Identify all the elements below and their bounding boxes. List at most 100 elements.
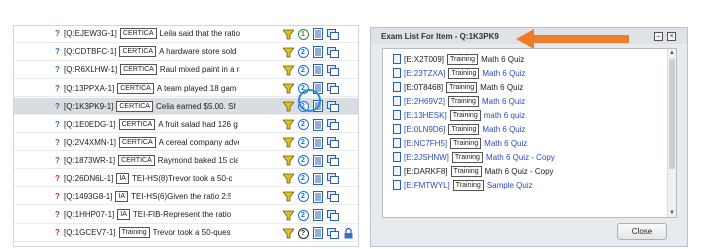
funnel-icon[interactable]: [282, 155, 294, 167]
exam-row[interactable]: [E:0LN9D6] Training Math 6 Quiz: [393, 122, 526, 136]
source-tag: CERTICA: [118, 154, 155, 166]
close-button[interactable]: Close: [617, 223, 667, 240]
exam-name[interactable]: Math 6 Quiz - Copy: [486, 153, 555, 162]
funnel-icon[interactable]: [282, 82, 294, 94]
exam-list-icon[interactable]: [312, 46, 324, 59]
scroll-thumb[interactable]: [669, 59, 675, 169]
question-id: [Q:1E0EDG-1]: [64, 119, 116, 129]
exam-name[interactable]: Math 6 Quiz: [484, 139, 527, 148]
version-badge-icon[interactable]: 2: [297, 137, 309, 149]
exam-name[interactable]: math 6 quiz: [484, 111, 525, 120]
exam-document-icon: [393, 152, 401, 162]
exam-list-icon[interactable]: [312, 118, 324, 131]
exam-row[interactable]: [E:DARKF8] Training Math 6 Quiz - Copy: [393, 164, 554, 178]
exam-id[interactable]: [E:NC7FH5]: [404, 139, 447, 148]
highlight-ring: [298, 89, 321, 112]
funnel-icon[interactable]: [282, 209, 294, 221]
exam-name[interactable]: Math 6 Quiz: [482, 125, 525, 134]
funnel-icon[interactable]: [282, 137, 294, 149]
exam-list-icon[interactable]: [312, 172, 324, 185]
funnel-icon[interactable]: [282, 227, 294, 239]
exam-list-icon[interactable]: [312, 136, 324, 149]
exam-id[interactable]: [E:FMTWYL]: [404, 181, 450, 190]
preview-icon[interactable]: [327, 28, 339, 40]
source-tag: CERTICA: [118, 118, 156, 130]
exam-list-icon[interactable]: [312, 190, 324, 203]
question-row[interactable]: ? [Q:2V4XMN-1] CERTICA A cereal company adv…: [14, 135, 358, 152]
version-badge-icon[interactable]: 1: [297, 28, 309, 40]
version-badge-icon[interactable]: 2: [297, 46, 309, 58]
exam-name[interactable]: Math 6 Quiz: [482, 69, 525, 78]
funnel-icon[interactable]: [282, 46, 294, 58]
preview-icon[interactable]: [327, 209, 339, 221]
scroll-down-icon[interactable]: ▼: [669, 210, 675, 216]
exam-tag: Training: [447, 53, 479, 65]
funnel-icon[interactable]: [282, 173, 294, 185]
exam-row[interactable]: [E:NC7FH5] Training Math 6 Quiz: [393, 136, 527, 150]
exam-tag: Training: [447, 95, 479, 107]
preview-icon[interactable]: [327, 100, 339, 112]
exam-list-icon[interactable]: [312, 227, 324, 240]
funnel-icon[interactable]: [282, 119, 294, 131]
question-row[interactable]: ? [Q:CDTBFC-1] CERTICA A hardware store sol…: [14, 44, 358, 61]
preview-icon[interactable]: [327, 191, 339, 203]
question-row[interactable]: ? [Q:1HHP07-1] IA TEI-FIB-Represent the rat…: [14, 207, 358, 224]
version-badge-icon[interactable]: 2: [297, 191, 309, 203]
minimize-button[interactable]: –: [654, 32, 663, 41]
scroll-up-icon[interactable]: ▲: [669, 50, 675, 56]
exam-name[interactable]: Math 6 Quiz: [482, 97, 525, 106]
preview-icon[interactable]: [327, 227, 339, 239]
preview-icon[interactable]: [327, 137, 339, 149]
scrollbar[interactable]: ▲ ▼: [667, 49, 676, 217]
funnel-icon[interactable]: [282, 191, 294, 203]
preview-icon[interactable]: [327, 64, 339, 76]
exam-name: Math 6 Quiz - Copy: [484, 166, 554, 176]
exam-id[interactable]: [E:2H69V2]: [404, 97, 445, 106]
exam-id[interactable]: [E:23TZXA]: [404, 69, 445, 78]
question-row[interactable]: ? [Q:EJEW3G-1] CERTICA Leila said that the …: [14, 26, 358, 43]
preview-icon[interactable]: [327, 119, 339, 131]
exam-row[interactable]: [E:13HESK] Training math 6 quiz: [393, 108, 525, 122]
exam-id[interactable]: [E:2JSHNW]: [404, 153, 449, 162]
version-badge-icon[interactable]: ?: [297, 227, 309, 239]
close-x-button[interactable]: ×: [667, 32, 676, 41]
question-mark-icon: ?: [55, 29, 60, 39]
preview-icon[interactable]: [327, 173, 339, 185]
exam-row[interactable]: [E:X2T009] Training Math 6 Quiz: [393, 52, 524, 66]
exam-row[interactable]: [E:0T8468] Training Math 6 Quiz: [393, 80, 523, 94]
funnel-icon[interactable]: [282, 100, 294, 112]
question-id: [Q:26DN6L-1]: [64, 174, 114, 184]
exam-list-icon[interactable]: [312, 209, 324, 221]
preview-icon[interactable]: [327, 46, 339, 58]
exam-row[interactable]: [E:23TZXA] Training Math 6 Quiz: [393, 66, 526, 80]
question-row[interactable]: ? [Q:26DN6L-1] IA TEI-HS(8)Trevor took a 50…: [14, 171, 358, 188]
version-badge-icon[interactable]: 2: [297, 173, 309, 185]
exam-list-icon[interactable]: [312, 64, 324, 77]
funnel-icon[interactable]: [282, 64, 294, 76]
exam-name[interactable]: Sample Quiz: [487, 181, 533, 190]
version-badge-icon[interactable]: 2: [297, 64, 309, 76]
preview-icon[interactable]: [327, 82, 339, 94]
preview-icon[interactable]: [327, 155, 339, 167]
row-actions: 2: [282, 154, 339, 167]
funnel-icon[interactable]: [282, 28, 294, 40]
question-row[interactable]: ? [Q:1493G8-1] IA TEI-HS(6)Given the ratio …: [14, 189, 358, 206]
question-mark-icon: ?: [55, 65, 60, 75]
question-row[interactable]: ? [Q:1873WR-1]CERTICARaymond baked 15 cla…: [14, 153, 358, 170]
question-row[interactable]: ? [Q:R6XLHW-1] CERTICA Raul mixed paint in …: [14, 62, 358, 79]
exam-id[interactable]: [E:0LN9D6]: [404, 125, 445, 134]
version-badge: 2: [297, 191, 309, 203]
version-badge-icon[interactable]: 2: [297, 209, 309, 221]
question-mark-icon: ?: [55, 155, 60, 165]
exam-row[interactable]: [E:2H69V2] Training Math 6 Quiz: [393, 94, 525, 108]
exam-id[interactable]: [E:13HESK]: [404, 111, 447, 120]
question-row[interactable]: ? [Q:1E0EDG-1] CERTICA A fruit salad had 12…: [14, 117, 358, 133]
row-actions: 2: [282, 172, 339, 185]
version-badge-icon[interactable]: 2: [297, 119, 309, 131]
exam-row[interactable]: [E:FMTWYL] Training Sample Quiz: [393, 178, 533, 192]
question-row[interactable]: ? [Q:1GCEV7-1] Training Trevor took a 50-qu…: [14, 225, 358, 242]
exam-list-icon[interactable]: [312, 28, 324, 40]
exam-row[interactable]: [E:2JSHNW] Training Math 6 Quiz - Copy: [393, 150, 555, 164]
version-badge-icon[interactable]: 2: [297, 155, 309, 167]
exam-list-icon[interactable]: [312, 154, 324, 167]
